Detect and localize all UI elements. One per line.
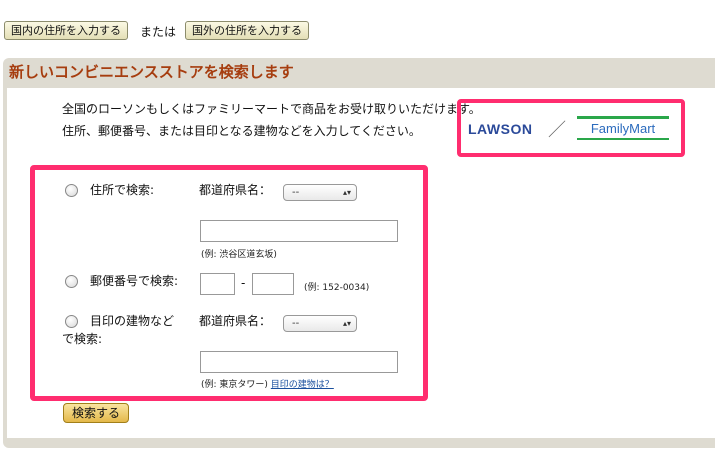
familymart-logo: FamilyMart xyxy=(577,116,669,140)
by-address-label: 住所で検索: xyxy=(90,183,155,197)
radio-by-postal[interactable] xyxy=(65,275,78,288)
landmark-example: (例: 東京タワー) xyxy=(201,380,268,390)
panel-title: 新しいコンビニエンスストアを検索します xyxy=(9,63,294,81)
pref-select-landmark[interactable]: -- ▴▾ xyxy=(283,315,357,332)
by-landmark-label-line1: 目印の建物など xyxy=(90,314,175,328)
address-input[interactable] xyxy=(200,220,398,242)
familymart-stripe-bottom xyxy=(577,138,669,140)
by-postal-label: 郵便番号で検索: xyxy=(90,274,179,288)
domestic-address-button[interactable]: 国内の住所を入力する xyxy=(4,21,128,40)
postal-example: (例: 152-0034) xyxy=(304,283,370,293)
pref-select-address[interactable]: -- ▴▾ xyxy=(283,184,357,201)
landmark-input[interactable] xyxy=(200,351,398,373)
intro-line-2: 住所、郵便番号、または目印となる建物などを入力してください。 xyxy=(62,124,421,138)
logo-separator: ／ xyxy=(548,120,566,141)
intro-line-1: 全国のローソンもしくはファミリーマートで商品をお受け取りいただけます。 xyxy=(62,102,481,116)
updown-arrow-icon: ▴▾ xyxy=(342,188,351,197)
by-landmark-label-line2: で検索: xyxy=(62,332,103,346)
updown-arrow-icon: ▴▾ xyxy=(342,319,351,328)
lawson-logo: LAWSON xyxy=(468,121,533,137)
postal-input-part2[interactable] xyxy=(252,273,294,295)
postal-input-part1[interactable] xyxy=(200,273,235,295)
overseas-address-button[interactable]: 国外の住所を入力する xyxy=(185,21,309,40)
address-example: (例: 渋谷区道玄坂) xyxy=(201,250,277,260)
familymart-stripe-top xyxy=(577,116,669,119)
radio-by-address[interactable] xyxy=(65,184,78,197)
search-button[interactable]: 検索する xyxy=(63,403,130,423)
familymart-logo-text: FamilyMart xyxy=(590,121,656,136)
radio-by-landmark[interactable] xyxy=(65,315,78,328)
landmark-help-link[interactable]: 目印の建物は？ xyxy=(271,380,334,390)
postal-dash: - xyxy=(241,276,246,290)
or-text: または xyxy=(140,25,177,39)
pref-label-address: 都道府県名： xyxy=(199,183,272,197)
pref-label-landmark: 都道府県名： xyxy=(199,314,272,328)
pref-select-landmark-value: -- xyxy=(292,318,300,329)
landmark-example-row: (例: 東京タワー) 目印の建物は？ xyxy=(201,377,334,390)
pref-select-address-value: -- xyxy=(292,187,300,198)
